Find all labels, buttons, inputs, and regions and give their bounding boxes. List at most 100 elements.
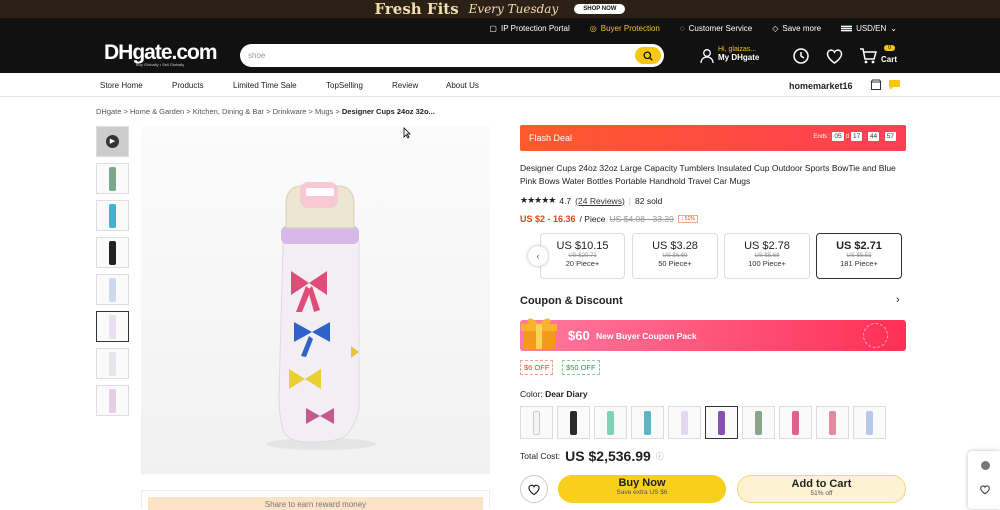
buyer-protection-link[interactable]: ◎ Buyer Protection <box>590 24 660 33</box>
heart-icon[interactable] <box>979 484 991 495</box>
nav-topselling[interactable]: TopSelling <box>326 81 363 90</box>
coupon-amount: $60 <box>568 328 590 343</box>
thumbnail[interactable] <box>96 163 129 194</box>
reviews-link[interactable]: (24 Reviews) <box>575 196 625 206</box>
search-bar <box>240 44 664 67</box>
save-more-link[interactable]: ◇ Save more <box>772 24 821 33</box>
crumb-drinkware[interactable]: Drinkware <box>273 107 307 116</box>
main-product-image[interactable] <box>141 126 490 474</box>
tier-100[interactable]: US $2.78 US $5.68 100 Piece+ <box>724 233 810 279</box>
color-swatch[interactable] <box>557 406 590 439</box>
history-icon[interactable] <box>792 47 810 65</box>
promo-title: Fresh Fits <box>374 0 459 18</box>
cart-label[interactable]: Cart <box>881 55 897 64</box>
color-swatch[interactable] <box>853 406 886 439</box>
color-swatch[interactable] <box>594 406 627 439</box>
nav-limited-time-sale[interactable]: Limited Time Sale <box>233 81 297 90</box>
ip-protection-link[interactable]: ▢ IP Protection Portal <box>489 24 569 33</box>
crumb-home-garden[interactable]: Home & Garden <box>130 107 184 116</box>
add-to-cart-button[interactable]: Add to Cart 51% off <box>737 475 906 503</box>
color-swatch-selected[interactable] <box>705 406 738 439</box>
buy-now-button[interactable]: Buy Now Save extra US $6 <box>558 475 726 503</box>
customer-service-link[interactable]: ◌ Customer Service <box>680 24 752 33</box>
flash-deal-label: Flash Deal <box>529 133 573 143</box>
flash-deal-bar: Flash Deal Ends : 05 d 17: 44: 57 <box>520 125 906 151</box>
color-swatch[interactable] <box>816 406 849 439</box>
thumbnail-list: ▶ <box>96 126 129 422</box>
store-icon[interactable] <box>870 79 882 91</box>
color-swatch[interactable] <box>742 406 775 439</box>
crumb-current: Designer Cups 24oz 32o... <box>341 107 435 116</box>
reward-banner[interactable]: Share to earn reward money <box>141 490 490 510</box>
chevron-left-icon[interactable]: ‹ <box>528 246 548 266</box>
crumb-dhgate[interactable]: DHgate <box>96 107 121 116</box>
store-name[interactable]: homemarket16 <box>789 81 853 91</box>
info-icon[interactable]: ⓘ <box>656 451 664 462</box>
play-icon: ▶ <box>106 135 119 148</box>
thumbnail-video[interactable]: ▶ <box>96 126 129 157</box>
shop-now-button[interactable]: SHOP NOW <box>574 4 626 14</box>
heart-icon[interactable] <box>825 47 844 65</box>
account-menu[interactable]: Hi, glaizas... My DHgate <box>700 46 759 64</box>
crumb-mugs[interactable]: Mugs <box>315 107 333 116</box>
color-swatch[interactable] <box>779 406 812 439</box>
total-cost: Total Cost: US $2,536.99 ⓘ <box>520 448 664 464</box>
search-input[interactable] <box>248 48 628 63</box>
promo-banner[interactable]: Fresh Fits Every Tuesday SHOP NOW <box>0 0 1000 18</box>
tumbler-image <box>266 182 376 450</box>
swatch-fill <box>866 410 873 435</box>
tier-181-selected[interactable]: US $2.71 US $5.53 181 Piece+ <box>816 233 902 279</box>
thumbnail[interactable] <box>96 200 129 231</box>
thumbnail-selected[interactable] <box>96 311 129 342</box>
dhgate-logo[interactable]: DHgate.com Buy Globally • Sell Globally <box>104 41 218 67</box>
color-swatch[interactable] <box>668 406 701 439</box>
cart-count-badge: 0 <box>884 45 896 51</box>
headset-icon: ◌ <box>679 23 685 33</box>
close-circle-icon[interactable] <box>981 461 990 470</box>
chat-icon[interactable] <box>888 79 901 91</box>
coupon-pack-banner[interactable]: $60 New Buyer Coupon Pack <box>520 318 906 351</box>
countdown-seconds: 57 <box>884 132 896 141</box>
wishlist-button[interactable] <box>520 475 548 503</box>
tier-20[interactable]: US $10.15 US $20.71 20 Piece+ <box>540 233 625 279</box>
nav-about-us[interactable]: About Us <box>446 81 479 90</box>
crumb-kitchen[interactable]: Kitchen, Dining & Bar <box>193 107 264 116</box>
selected-color: Dear Diary <box>545 389 588 399</box>
nav-store-home[interactable]: Store Home <box>100 81 143 90</box>
swatch-fill <box>533 410 540 435</box>
badge-icon: ◎ <box>589 23 597 33</box>
swatch-fill <box>829 410 836 435</box>
original-price: US $4.08 - 33.39 <box>609 214 674 224</box>
us-flag-icon <box>841 24 853 32</box>
gift-icon <box>521 318 557 349</box>
coupon-stamp-icon <box>863 323 888 348</box>
thumbnail[interactable] <box>96 274 129 305</box>
color-swatches <box>520 406 886 439</box>
tier-50[interactable]: US $3.28 US $6.69 50 Piece+ <box>632 233 718 279</box>
nav-products[interactable]: Products <box>172 81 204 90</box>
coupon-pack-label: New Buyer Coupon Pack <box>596 331 697 341</box>
price-range: US $2 - 16.36 <box>520 214 576 224</box>
color-swatch[interactable] <box>520 406 553 439</box>
swatch-fill <box>755 410 762 435</box>
color-label: Color: Dear Diary <box>520 389 588 399</box>
currency-selector[interactable]: USD/EN ⌄ <box>841 24 897 33</box>
countdown-days: 05 <box>832 132 844 141</box>
breadcrumb: DHgate > Home & Garden > Kitchen, Dining… <box>96 107 435 116</box>
thumbnail[interactable] <box>96 385 129 416</box>
main-header: DHgate.com Buy Globally • Sell Globally … <box>0 38 1000 73</box>
search-button[interactable] <box>635 47 661 64</box>
coupon-tag-50[interactable]: $50 OFF <box>562 360 600 375</box>
rating-row: ★★★★★ 4.7 (24 Reviews) | 82 sold <box>520 195 663 206</box>
thumbnail[interactable] <box>96 237 129 268</box>
color-swatch[interactable] <box>631 406 664 439</box>
coupon-tag-6[interactable]: $6 OFF <box>520 360 554 375</box>
thumbnail[interactable] <box>96 348 129 379</box>
shield-outline-icon: ▢ <box>489 23 497 33</box>
cart-icon[interactable] <box>859 47 878 65</box>
sold-count: 82 sold <box>635 195 663 206</box>
chevron-right-icon[interactable]: › <box>896 294 900 306</box>
utility-bar: ▢ IP Protection Portal ◎ Buyer Protection … <box>0 18 1000 38</box>
countdown-hours: 17 <box>850 132 863 141</box>
nav-review[interactable]: Review <box>392 81 418 90</box>
